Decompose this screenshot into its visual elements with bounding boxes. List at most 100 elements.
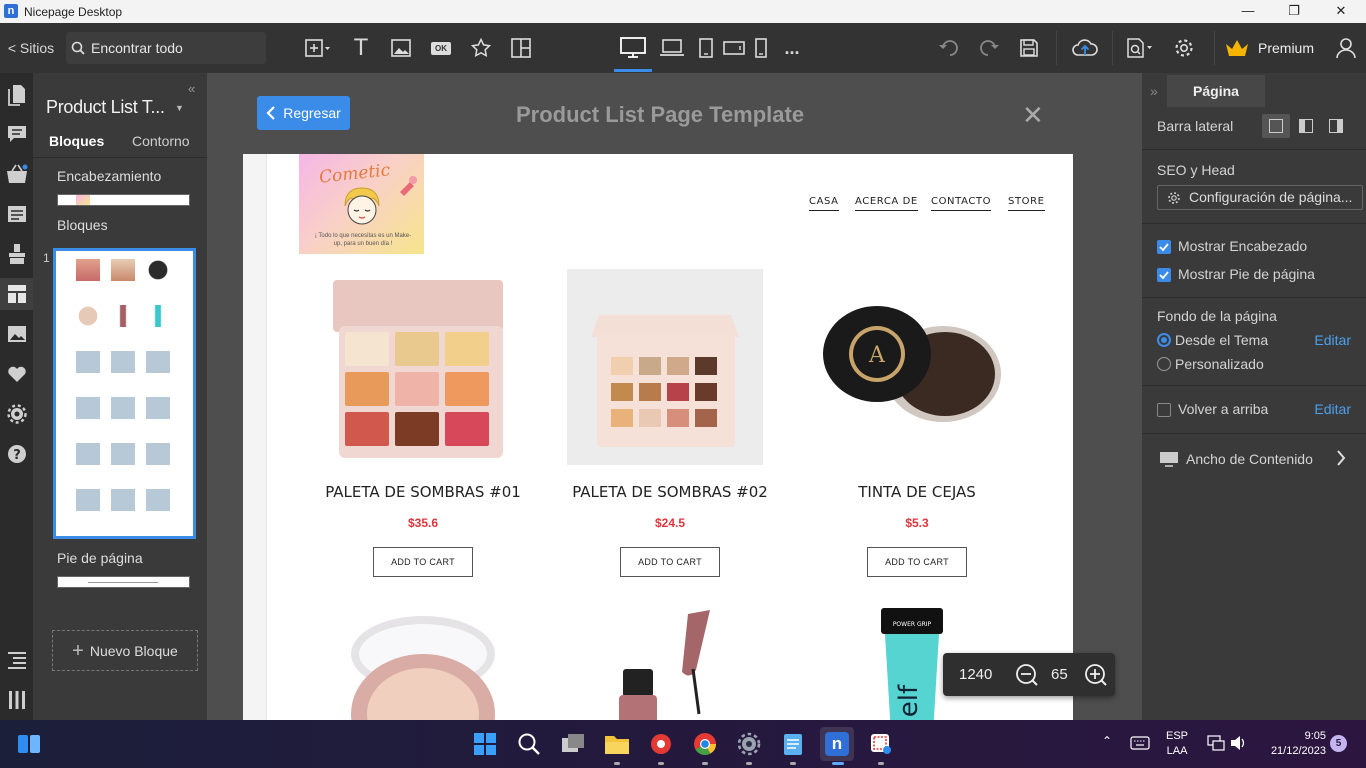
nav-acerca-de[interactable]: ACERCA DE [855,196,918,211]
more-devices-button[interactable]: ... [778,23,806,73]
sidebar-right-icon[interactable] [1329,119,1343,133]
button-tool-button[interactable]: OK [426,23,456,73]
search-input[interactable]: Encontrar todo [66,32,266,64]
outline-rail-button[interactable] [0,644,33,676]
product-image-palette-01[interactable] [329,276,519,461]
product-image-highlighter[interactable] [343,614,503,720]
tab-pagina[interactable]: Página [1167,75,1265,107]
app-red-button[interactable] [646,729,676,759]
theme-rail-button[interactable] [0,238,33,270]
site-logo[interactable]: Cometic ¡ Todo lo que necesitas es un Ma… [299,154,424,254]
new-block-button[interactable]: + Nuevo Bloque [52,630,198,671]
settings-taskbar-button[interactable] [734,729,764,759]
show-header-checkbox[interactable] [1157,240,1171,254]
tab-bloques[interactable]: Bloques [49,133,104,149]
pages-rail-button[interactable] [0,79,33,111]
network-icon[interactable] [1207,735,1225,751]
add-to-cart-button[interactable]: ADD TO CART [867,547,967,577]
add-to-cart-button[interactable]: ADD TO CART [620,547,720,577]
file-explorer-button[interactable] [602,729,632,759]
tray-overflow-icon[interactable]: ⌃ [1102,734,1112,748]
desktop-view-button[interactable] [614,23,652,73]
tablet-view-button[interactable] [694,23,718,73]
phone-view-button[interactable] [750,23,772,73]
back-button[interactable]: Regresar [257,96,350,130]
redo-button[interactable] [974,23,1004,73]
page-settings-button[interactable]: Configuración de página... [1157,185,1363,210]
zoom-level-value[interactable]: 65 [1051,666,1068,683]
content-width-row[interactable]: Ancho de Contenido [1142,435,1366,481]
help-rail-button[interactable]: ? [0,438,33,470]
show-header-label[interactable]: Mostrar Encabezado [1178,238,1307,254]
maximize-button[interactable]: ❐ [1271,2,1317,22]
product-image-brow-tint[interactable]: A [815,304,1011,424]
show-footer-checkbox[interactable] [1157,268,1171,282]
tablet-landscape-view-button[interactable] [720,23,748,73]
laptop-view-button[interactable] [656,23,688,73]
preview-button[interactable] [1122,23,1158,73]
product-image-primer[interactable]: POWER GRIP elf [879,606,949,720]
save-button[interactable] [1014,23,1044,73]
page-preview[interactable]: Cometic ¡ Todo lo que necesitas es un Ma… [243,154,1073,720]
task-view-button[interactable] [558,729,588,759]
sidebar-left-icon[interactable] [1299,119,1313,133]
product-image-palette-02[interactable] [567,269,763,465]
comments-rail-button[interactable] [0,118,33,150]
images-rail-button[interactable] [0,318,33,350]
notepad-button[interactable] [778,729,808,759]
expand-panel-icon[interactable]: » [1150,83,1158,99]
edit-back-to-top-link[interactable]: Editar [1314,401,1351,417]
chrome-button[interactable] [690,729,720,759]
back-to-top-checkbox[interactable] [1157,403,1171,417]
bg-theme-label[interactable]: Desde el Tema [1175,332,1268,348]
sites-button[interactable]: < Sitios [6,23,56,73]
snipping-tool-button[interactable] [866,729,896,759]
start-button[interactable] [470,729,500,759]
undo-button[interactable] [934,23,964,73]
settings-button[interactable] [1168,23,1200,73]
add-element-button[interactable] [298,23,336,73]
widgets-button[interactable] [14,729,44,759]
notification-badge[interactable]: 5 [1330,735,1347,752]
image-tool-button[interactable] [386,23,416,73]
panel-page-title[interactable]: Product List T... [46,97,165,118]
show-footer-label[interactable]: Mostrar Pie de página [1178,266,1315,282]
product-list-block-thumbnail[interactable] [53,248,196,539]
canvas-width-value[interactable]: 1240 [959,666,992,683]
footer-thumbnail[interactable] [57,576,190,588]
nav-casa[interactable]: CASA [809,196,839,211]
product-image-lipstick[interactable] [603,609,733,720]
publish-button[interactable] [1068,23,1102,73]
shop-rail-button[interactable] [0,158,33,190]
nav-store[interactable]: STORE [1008,196,1045,211]
close-preview-icon[interactable]: ✕ [1022,102,1044,128]
keyboard-icon[interactable] [1130,736,1150,750]
clock[interactable]: 9:05 21/12/2023 [1262,729,1326,759]
close-window-button[interactable]: ✕ [1318,2,1364,22]
nav-contacto[interactable]: CONTACTO [931,196,992,211]
favorites-rail-button[interactable] [0,358,33,390]
layout-tool-button[interactable] [506,23,536,73]
text-tool-icon[interactable]: T [346,23,376,73]
settings-rail-button[interactable] [0,398,33,430]
collapse-panel-icon[interactable]: « [188,81,195,96]
minimize-button[interactable]: — [1225,2,1271,22]
back-to-top-label[interactable]: Volver a arriba [1178,401,1268,417]
volume-icon[interactable] [1230,735,1248,751]
tab-contorno[interactable]: Contorno [132,133,190,149]
bg-custom-radio[interactable] [1157,357,1171,371]
icon-tool-button[interactable] [466,23,496,73]
chevron-down-icon[interactable]: ▼ [175,103,184,113]
columns-rail-button[interactable] [0,684,33,716]
premium-button[interactable]: Premium [1224,23,1324,73]
zoom-in-icon[interactable] [1084,663,1108,687]
nicepage-taskbar-button[interactable]: n [820,727,854,761]
bg-custom-label[interactable]: Personalizado [1175,356,1264,372]
blog-rail-button[interactable] [0,198,33,230]
language-indicator[interactable]: ESP LAA [1166,729,1188,759]
add-to-cart-button[interactable]: ADD TO CART [373,547,473,577]
header-thumbnail[interactable] [57,194,190,206]
bg-theme-radio[interactable] [1157,333,1171,347]
edit-background-link[interactable]: Editar [1314,332,1351,348]
search-taskbar-button[interactable] [514,729,544,759]
